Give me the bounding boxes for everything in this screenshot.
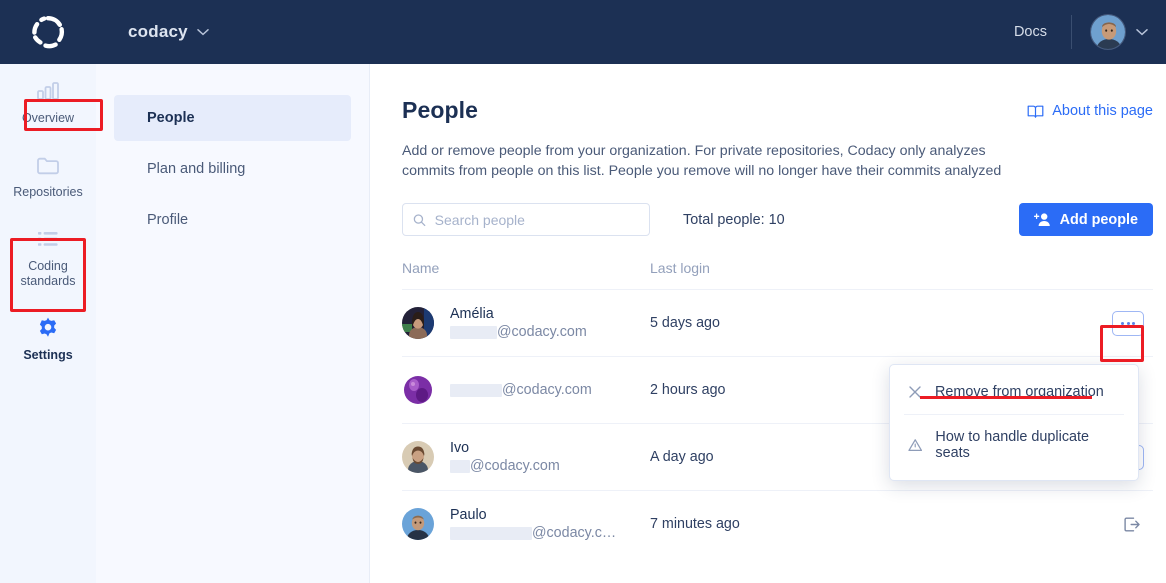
person-identity: Ivo @codacy.com — [450, 439, 560, 476]
main-content: People Add or remove people from your or… — [370, 64, 1166, 583]
avatar — [402, 307, 434, 339]
avatar — [402, 508, 434, 540]
org-switcher[interactable]: codacy — [128, 22, 209, 42]
docs-link[interactable]: Docs — [996, 24, 1065, 40]
settings-subnav: People Plan and billing Profile — [96, 64, 370, 583]
sidebar-item-settings[interactable]: Settings — [0, 301, 96, 375]
person-avatar-image — [402, 374, 434, 406]
add-people-button[interactable]: Add people — [1018, 203, 1153, 236]
last-login-value: 7 minutes ago — [650, 516, 740, 532]
email-domain: @codacy.com — [497, 323, 587, 340]
logo-container[interactable] — [0, 14, 96, 50]
total-people-count: Total people: 10 — [683, 211, 785, 228]
menu-separator — [904, 414, 1124, 415]
top-bar-right: Docs — [996, 0, 1166, 64]
row-actions — [1112, 310, 1153, 336]
person-name: Paulo — [450, 506, 487, 523]
person-avatar-image — [402, 441, 434, 473]
table-row: Paulo @codacy.c… 7 minutes ago — [402, 490, 1153, 557]
app-root: codacy Docs Overview Repositories Coding… — [0, 0, 1166, 583]
sidebar-label-repositories: Repositories — [13, 185, 83, 199]
folder-icon — [4, 152, 92, 178]
menu-item-remove-from-organization[interactable]: Remove from organization — [890, 373, 1138, 411]
top-bar-divider — [1071, 15, 1072, 49]
dot — [1121, 321, 1124, 325]
account-chevron-down-icon[interactable] — [1136, 28, 1148, 36]
codacy-dots-logo-icon — [32, 15, 65, 49]
subnav-item-people[interactable]: People — [114, 95, 351, 141]
table-row: Amélia @codacy.com 5 days ago — [402, 289, 1153, 356]
person-cell: Ivo @codacy.com — [402, 439, 650, 476]
left-rail: Overview Repositories Coding standards S… — [0, 64, 96, 583]
logout-icon — [1124, 517, 1140, 531]
person-identity: @codacy.com — [450, 381, 592, 400]
avatar[interactable] — [1090, 14, 1126, 50]
search-people-box[interactable] — [402, 203, 650, 236]
sidebar-label-settings: Settings — [23, 348, 73, 362]
person-cell: @codacy.com — [402, 374, 650, 406]
avatar — [402, 374, 434, 406]
person-avatar-image — [402, 307, 434, 339]
about-this-page-link[interactable]: About this page — [1027, 103, 1153, 119]
redacted-email-prefix — [450, 383, 502, 397]
leave-organization-button[interactable] — [1120, 513, 1144, 536]
row-menu-button[interactable] — [1112, 310, 1144, 336]
table-header-row: Name Last login — [402, 236, 1153, 289]
list-icon — [4, 226, 92, 252]
avatar — [402, 441, 434, 473]
person-cell: Paulo @codacy.c… — [402, 506, 650, 543]
email-domain: @codacy.com — [502, 381, 592, 398]
top-bar: codacy Docs — [0, 0, 1166, 64]
person-name: Ivo — [450, 439, 470, 456]
page-header: People Add or remove people from your or… — [370, 64, 1166, 181]
row-actions — [1120, 513, 1153, 536]
sidebar-label-overview: Overview — [21, 111, 75, 125]
subnav-item-plan-and-billing[interactable]: Plan and billing — [114, 146, 351, 192]
column-header-name: Name — [402, 260, 440, 276]
sidebar-item-repositories[interactable]: Repositories — [0, 138, 96, 212]
sidebar-item-coding-standards[interactable]: Coding standards — [0, 212, 96, 301]
column-header-last-login: Last login — [650, 260, 710, 276]
person-email: @codacy.com — [450, 323, 587, 342]
subnav-item-profile[interactable]: Profile — [114, 197, 351, 243]
redacted-email-prefix — [450, 459, 470, 473]
about-this-page-label: About this page — [1052, 103, 1153, 119]
close-x-icon — [909, 386, 921, 398]
person-identity: Paulo @codacy.c… — [450, 506, 616, 543]
org-name: codacy — [128, 22, 188, 41]
chevron-down-icon — [197, 29, 209, 36]
person-name: Amélia — [450, 305, 494, 322]
email-domain: @codacy.com — [470, 457, 560, 474]
email-domain: @codacy.c… — [532, 524, 617, 541]
menu-item-label: Remove from organization — [935, 384, 1104, 400]
person-cell: Amélia @codacy.com — [402, 305, 650, 342]
search-icon — [413, 213, 426, 226]
gear-icon — [4, 315, 92, 341]
menu-item-label: How to handle duplicate seats — [935, 429, 1090, 461]
last-login-value: 5 days ago — [650, 315, 720, 331]
menu-item-how-to-handle-duplicate-seats[interactable]: How to handle duplicate seats — [890, 418, 1138, 472]
add-user-icon — [1033, 213, 1050, 226]
person-email: @codacy.com — [450, 457, 560, 476]
warning-triangle-icon — [908, 439, 923, 452]
page-description: Add or remove people from your organizat… — [402, 143, 1002, 179]
dot — [1132, 321, 1135, 325]
dot — [1126, 321, 1130, 325]
row-context-menu: Remove from organization How to handle d… — [889, 364, 1139, 481]
person-email: @codacy.com — [450, 381, 592, 400]
user-avatar-image — [1091, 15, 1125, 49]
redacted-email-prefix — [450, 526, 532, 540]
redacted-email-prefix — [450, 325, 497, 339]
sidebar-label-coding-standards: Coding standards — [20, 259, 76, 288]
add-people-label: Add people — [1059, 211, 1138, 228]
person-identity: Amélia @codacy.com — [450, 305, 587, 342]
person-avatar-image — [402, 508, 434, 540]
people-toolbar: Total people: 10 Add people — [370, 181, 1166, 236]
person-email: @codacy.c… — [450, 524, 616, 543]
book-icon — [1027, 105, 1044, 118]
bar-chart-icon — [4, 78, 92, 104]
sidebar-item-overview[interactable]: Overview — [0, 64, 96, 138]
search-input[interactable] — [434, 211, 639, 228]
